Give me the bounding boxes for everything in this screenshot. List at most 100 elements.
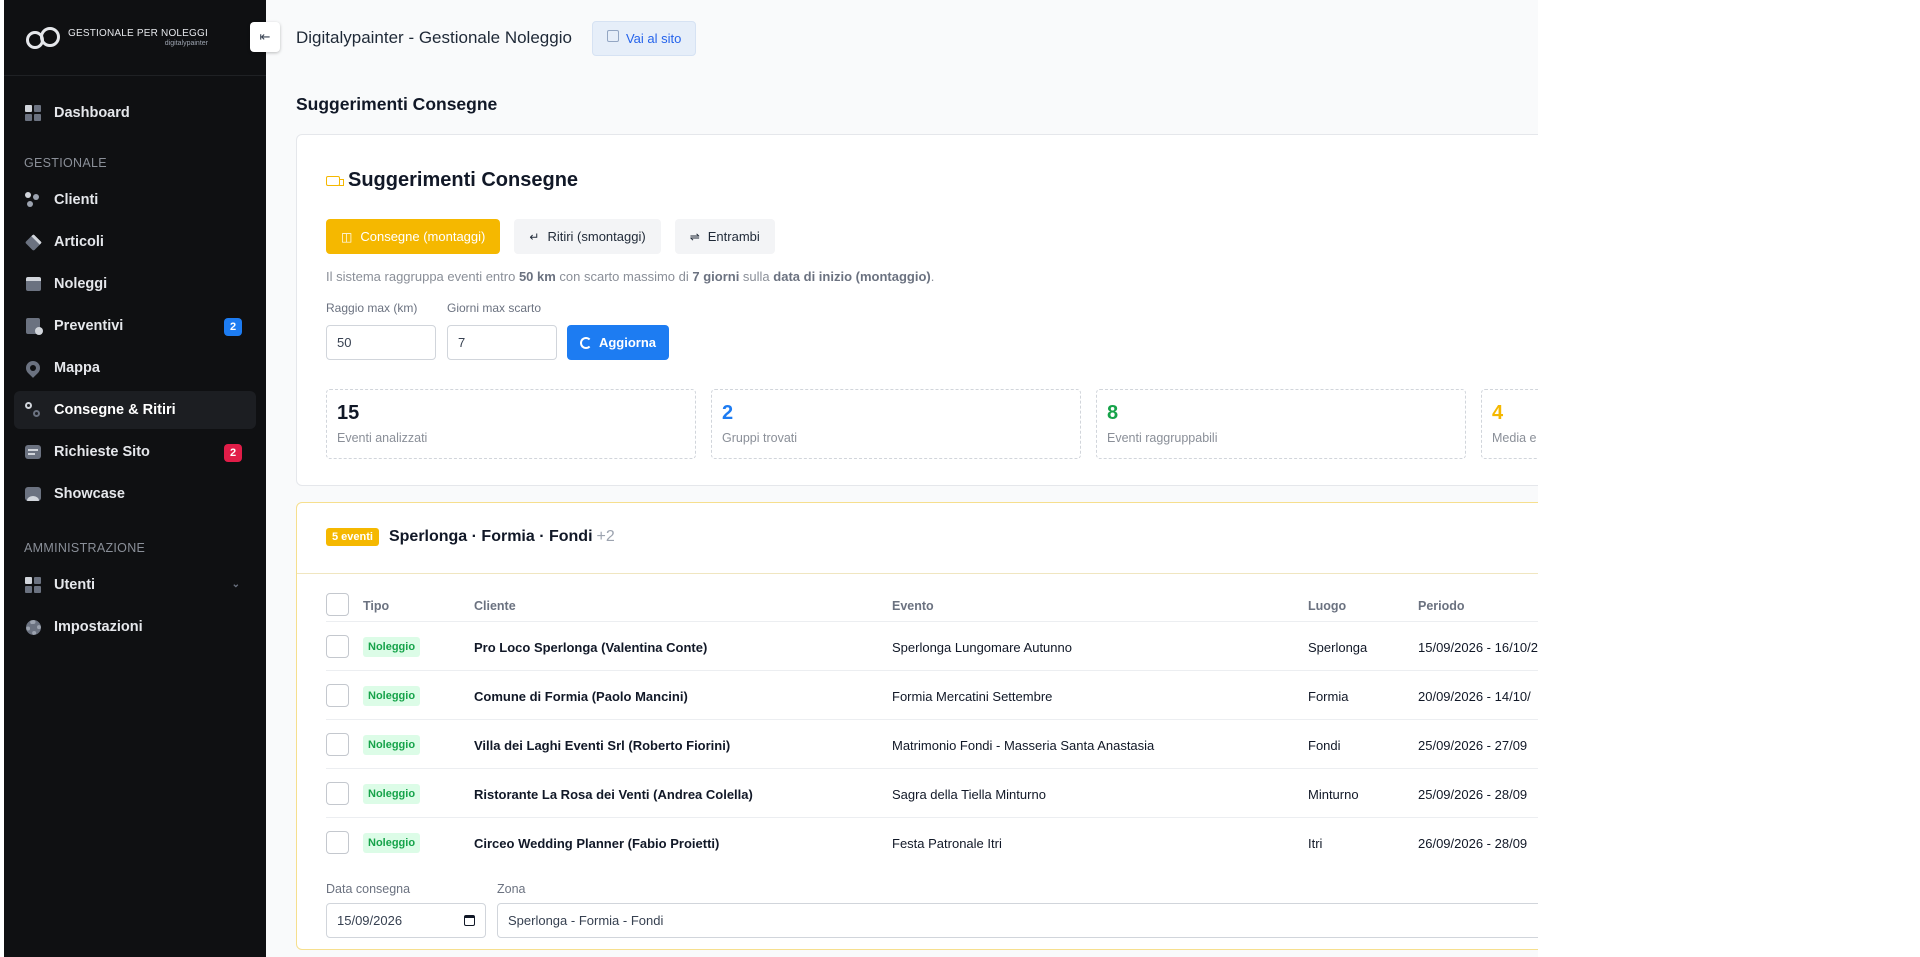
mode-ritiri-button[interactable]: ↵ Ritiri (smontaggi) xyxy=(514,219,661,254)
place-cell: Sperlonga xyxy=(1308,640,1368,655)
sidebar-item-consegne-ritiri[interactable]: Consegne & Ritiri xyxy=(14,391,256,429)
refresh-icon xyxy=(579,336,592,349)
stat-average: 4 Media e xyxy=(1481,389,1538,459)
sidebar-item-label: Dashboard xyxy=(54,105,130,121)
sidebar-item-preventivi[interactable]: Preventivi 2 xyxy=(14,307,256,345)
group-title: Sperlonga · Formia · Fondi +2 xyxy=(389,528,615,546)
sidebar-item-richieste-sito[interactable]: Richieste Sito 2 xyxy=(14,433,256,471)
column-header-luogo: Luogo xyxy=(1308,599,1347,613)
users-icon xyxy=(24,576,42,594)
sidebar-item-showcase[interactable]: Showcase xyxy=(14,475,256,513)
row-divider xyxy=(326,768,1538,769)
info-text: Il sistema raggruppa eventi entro xyxy=(326,269,519,284)
mode-entrambi-button[interactable]: ⇌ Entrambi xyxy=(674,219,775,254)
row-checkbox[interactable] xyxy=(326,831,349,854)
type-badge: Noleggio xyxy=(363,686,421,706)
collapse-sidebar-button[interactable]: ⇤ xyxy=(250,22,280,52)
info-text: con scarto massimo di xyxy=(555,269,693,284)
event-cell: Sagra della Tiella Minturno xyxy=(892,787,1046,802)
stat-value: 15 xyxy=(337,402,360,424)
brand-subname: digitalypainter xyxy=(164,39,208,47)
suggestions-title: Suggerimenti Consegne xyxy=(326,169,578,192)
arrow-left-icon: ⇤ xyxy=(259,29,271,44)
box-icon xyxy=(24,233,42,251)
refresh-button[interactable]: Aggiorna xyxy=(567,325,669,360)
map-pin-icon xyxy=(23,358,43,378)
mode-label: Consegne (montaggi) xyxy=(360,229,486,244)
brand[interactable]: GESTIONALE PER NOLEGGI digitalypainter xyxy=(4,0,266,76)
client-cell: Pro Loco Sperlonga (Valentina Conte) xyxy=(474,640,708,655)
event-count-badge: 5 eventi xyxy=(326,528,379,546)
delivery-date-label: Data consegna xyxy=(326,882,411,896)
place-cell: Minturno xyxy=(1308,787,1359,802)
days-input[interactable]: 7 xyxy=(447,325,557,360)
select-all-checkbox[interactable] xyxy=(326,593,349,616)
sidebar-item-dashboard[interactable]: Dashboard xyxy=(14,94,256,132)
swap-arrows-icon: ⇌ xyxy=(689,229,700,244)
sidebar-item-utenti[interactable]: Utenti ⌄ xyxy=(14,566,256,604)
mode-selector: ◫ Consegne (montaggi) ↵ Ritiri (smontagg… xyxy=(326,219,775,254)
topbar: Digitalypainter - Gestionale Noleggio Va… xyxy=(266,0,1538,76)
zone-label: Zona xyxy=(497,882,526,896)
richieste-count-badge: 2 xyxy=(224,444,242,462)
stat-label: Eventi analizzati xyxy=(337,431,428,445)
edit-icon xyxy=(606,30,619,42)
row-checkbox[interactable] xyxy=(326,782,349,805)
sidebar-item-label: Utenti xyxy=(54,577,96,593)
delivery-group-card: 5 eventi Sperlonga · Formia · Fondi +2 Ti… xyxy=(296,502,1538,950)
sidebar-item-impostazioni[interactable]: Impostazioni xyxy=(14,608,256,646)
delivery-date-input[interactable]: 15/09/2026 xyxy=(326,903,486,938)
zone-input[interactable]: Sperlonga - Formia - Fondi xyxy=(497,903,1538,938)
gear-icon xyxy=(24,618,42,636)
row-checkbox[interactable] xyxy=(326,684,349,707)
truck-icon: ◫ xyxy=(341,229,353,244)
sidebar-item-label: Articoli xyxy=(54,234,104,250)
sidebar-nav: Dashboard GESTIONALE Clienti Articoli No… xyxy=(4,94,266,646)
app-title: Digitalypainter - Gestionale Noleggio xyxy=(296,28,572,47)
stat-value: 8 xyxy=(1107,402,1119,424)
sidebar-item-noleggi[interactable]: Noleggi xyxy=(14,265,256,303)
event-cell: Festa Patronale Itri xyxy=(892,836,1002,851)
place-cell: Itri xyxy=(1308,836,1323,851)
event-cell: Formia Mercatini Settembre xyxy=(892,689,1053,704)
client-cell: Villa dei Laghi Eventi Srl (Roberto Fior… xyxy=(474,738,731,753)
section-gestionale: GESTIONALE xyxy=(24,156,107,170)
sidebar-item-label: Noleggi xyxy=(54,276,108,292)
go-to-site-button[interactable]: Vai al sito xyxy=(591,20,697,56)
main-content: Digitalypainter - Gestionale Noleggio Va… xyxy=(266,0,1538,957)
column-header-cliente: Cliente xyxy=(474,599,516,613)
delivery-date-value: 15/09/2026 xyxy=(337,913,403,928)
dashboard-icon xyxy=(24,104,42,122)
info-km: 50 km xyxy=(518,269,556,284)
mode-consegne-button[interactable]: ◫ Consegne (montaggi) xyxy=(326,219,501,254)
stat-label: Eventi raggruppabili xyxy=(1107,431,1218,445)
place-cell: Fondi xyxy=(1308,738,1341,753)
info-text: sulla xyxy=(739,269,774,284)
sidebar-item-clienti[interactable]: Clienti xyxy=(14,181,256,219)
truck-icon xyxy=(326,175,344,186)
stat-groups-found: 2 Gruppi trovati xyxy=(711,389,1081,459)
section-amministrazione: AMMINISTRAZIONE xyxy=(24,541,146,555)
brand-name: GESTIONALE PER NOLEGGI xyxy=(68,27,208,39)
row-divider xyxy=(326,817,1538,818)
period-cell: 20/09/2026 - 14/10/ xyxy=(1418,689,1531,704)
refresh-label: Aggiorna xyxy=(598,335,657,350)
group-header: 5 eventi Sperlonga · Formia · Fondi +2 xyxy=(326,528,615,546)
type-badge: Noleggio xyxy=(363,784,421,804)
info-basis: data di inizio (montaggio) xyxy=(773,269,931,284)
radius-input[interactable]: 50 xyxy=(326,325,436,360)
mode-label: Entrambi xyxy=(707,229,760,244)
sidebar: GESTIONALE PER NOLEGGI digitalypainter D… xyxy=(4,0,266,957)
calendar-icon[interactable] xyxy=(464,915,475,926)
type-badge: Noleggio xyxy=(363,833,421,853)
row-checkbox[interactable] xyxy=(326,635,349,658)
type-badge: Noleggio xyxy=(363,637,421,657)
sidebar-item-mappa[interactable]: Mappa xyxy=(14,349,256,387)
sidebar-item-label: Impostazioni xyxy=(54,619,143,635)
row-divider xyxy=(326,621,1538,622)
radius-label: Raggio max (km) xyxy=(326,301,418,315)
row-checkbox[interactable] xyxy=(326,733,349,756)
logo-icon xyxy=(26,26,62,49)
info-days: 7 giorni xyxy=(692,269,740,284)
sidebar-item-articoli[interactable]: Articoli xyxy=(14,223,256,261)
